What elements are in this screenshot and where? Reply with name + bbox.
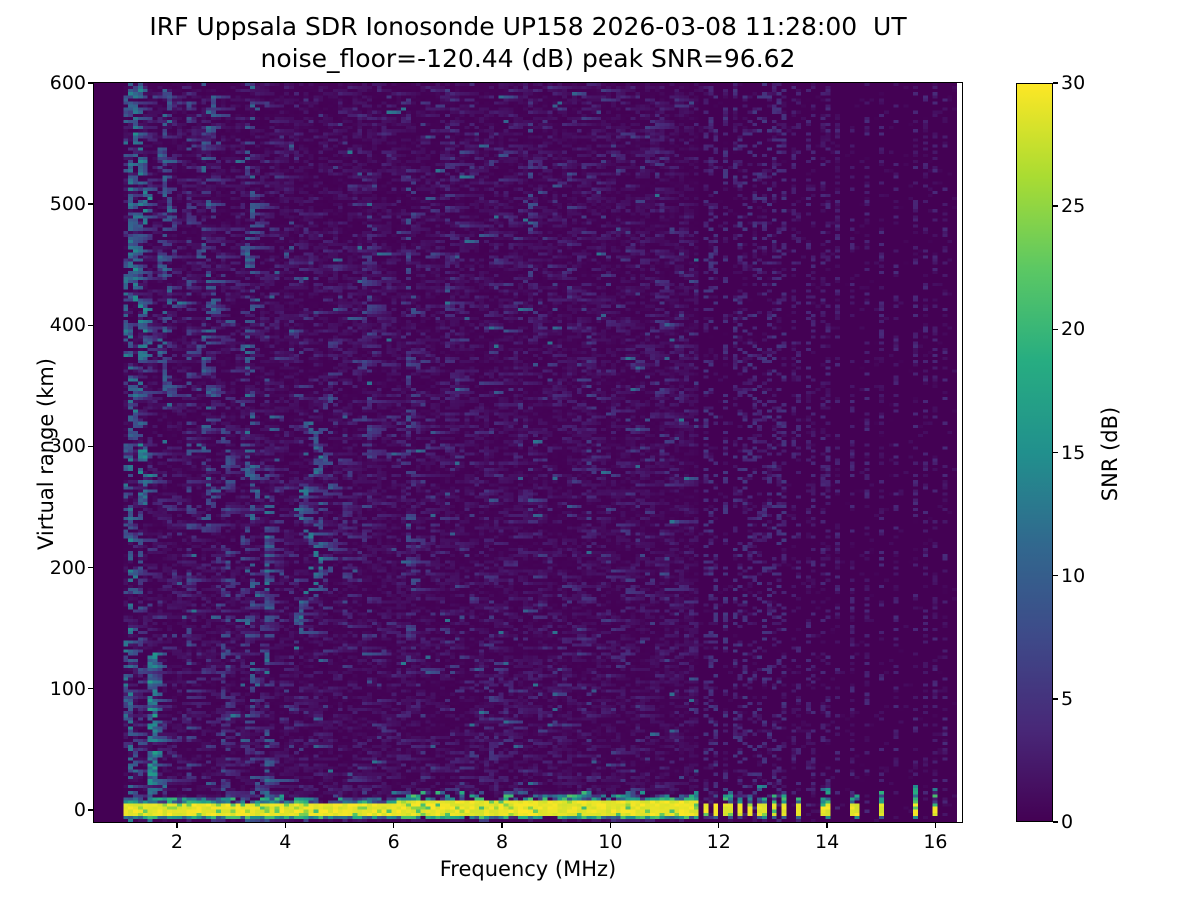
x-tick-mark: [826, 823, 828, 828]
chart-subtitle: noise_floor=-120.44 (dB) peak SNR=96.62: [260, 44, 796, 73]
colorbar-gradient: [1016, 83, 1053, 822]
y-tick-mark: [88, 809, 93, 811]
x-tick-label: 8: [495, 831, 509, 853]
x-tick-mark: [284, 823, 286, 828]
colorbar-tick-mark: [1053, 328, 1058, 331]
x-tick-label: 4: [279, 831, 292, 853]
y-tick-label: 600: [49, 72, 86, 94]
x-tick-label: 6: [387, 831, 400, 853]
y-tick-mark: [88, 566, 93, 569]
chart-title: IRF Uppsala SDR Ionosonde UP158 2026-03-…: [149, 12, 907, 41]
x-tick-label: 16: [923, 831, 948, 853]
x-tick-mark: [501, 823, 503, 828]
colorbar-tick-label: 0: [1061, 811, 1074, 833]
y-tick-mark: [88, 687, 93, 690]
x-tick-mark: [609, 823, 612, 828]
colorbar-tick-label: 30: [1061, 72, 1086, 94]
x-tick-label: 2: [170, 831, 183, 853]
x-tick-label: 10: [598, 831, 623, 853]
ionogram-figure: IRF Uppsala SDR Ionosonde UP158 2026-03-…: [0, 0, 1200, 900]
y-tick-label: 300: [49, 435, 86, 458]
colorbar-tick-mark: [1053, 205, 1058, 207]
colorbar-label: SNR (dB): [1098, 406, 1122, 502]
colorbar-tick-mark: [1053, 82, 1058, 84]
colorbar-tick-label: 20: [1061, 318, 1086, 341]
colorbar-tick-label: 25: [1061, 195, 1086, 218]
colorbar-tick-label: 5: [1061, 687, 1074, 710]
x-tick-label: 14: [814, 831, 840, 853]
y-tick-label: 0: [73, 798, 86, 821]
colorbar-tick-mark: [1053, 451, 1058, 454]
colorbar-tick-mark: [1053, 698, 1058, 700]
y-tick-mark: [88, 203, 93, 205]
x-tick-mark: [934, 823, 937, 828]
colorbar-tick-label: 10: [1061, 564, 1086, 587]
y-tick-mark: [88, 324, 93, 327]
colorbar-tick-label: 15: [1061, 441, 1086, 464]
y-tick-mark: [88, 82, 93, 84]
y-tick-label: 500: [49, 193, 86, 216]
y-tick-mark: [88, 445, 93, 448]
x-tick-mark: [717, 823, 720, 828]
colorbar-tick-mark: [1053, 574, 1058, 577]
y-tick-label: 400: [49, 314, 86, 337]
y-tick-label: 100: [49, 677, 86, 700]
x-axis-label: Frequency (MHz): [439, 857, 617, 881]
y-tick-label: 200: [49, 556, 86, 579]
x-tick-mark: [392, 823, 395, 828]
x-tick-label: 12: [706, 831, 731, 853]
x-tick-mark: [176, 823, 178, 828]
colorbar-tick-mark: [1053, 821, 1058, 823]
ionogram-heatmap-canvas: [94, 83, 962, 822]
